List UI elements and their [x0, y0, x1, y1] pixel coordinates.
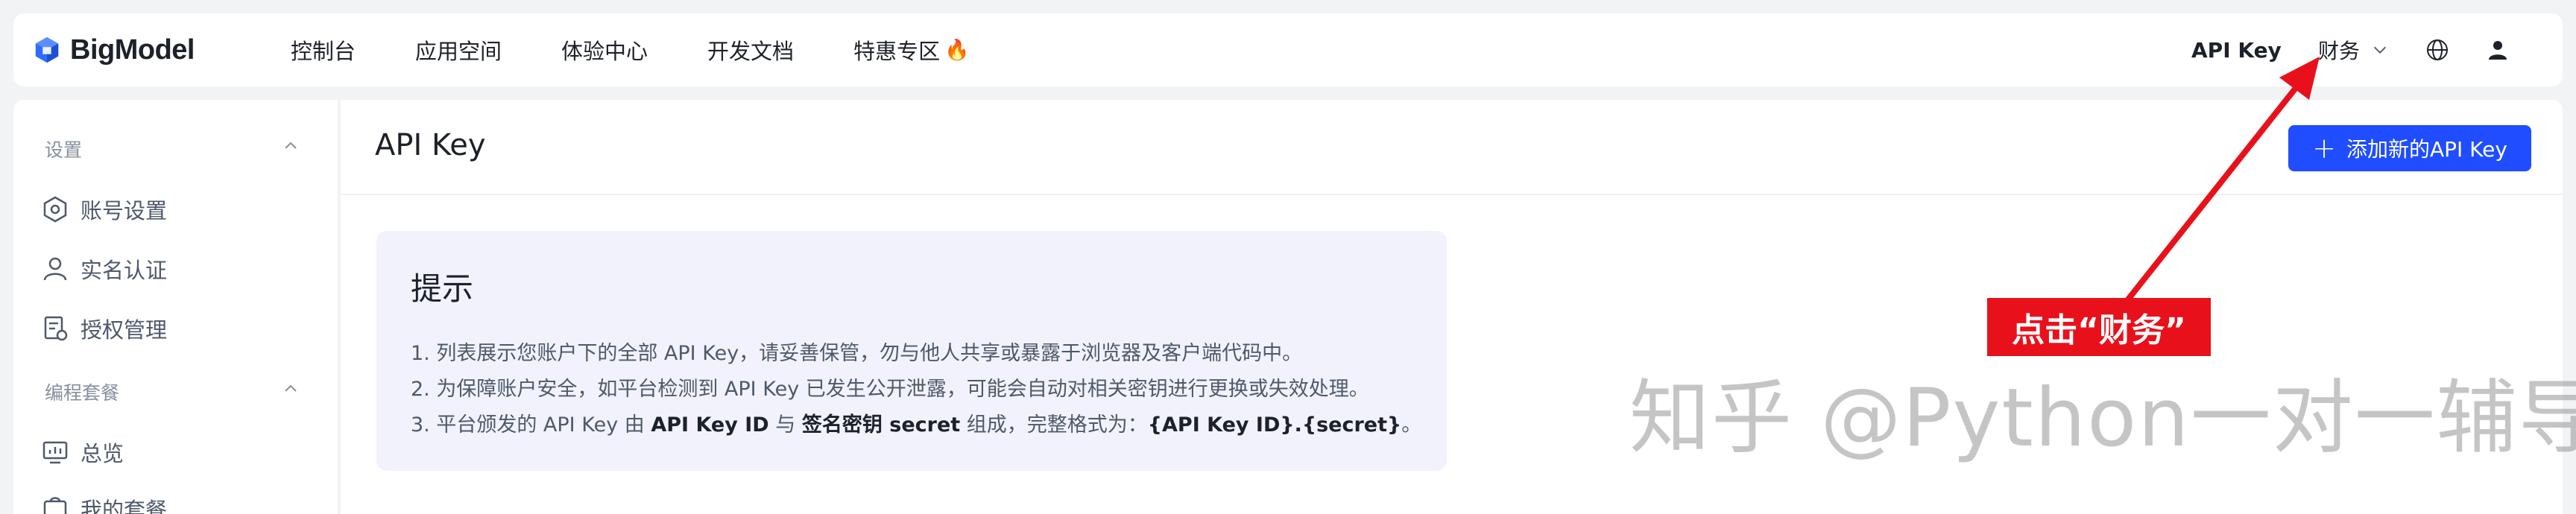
tip-text: 与 [768, 413, 802, 437]
plus-icon: + [2312, 132, 2336, 165]
page-title: API Key [375, 128, 486, 162]
nav-api-key[interactable]: API Key [2191, 13, 2282, 86]
main-nav: 控制台 应用空间 体验中心 开发文档 特惠专区 🔥 [291, 13, 1029, 86]
nav-app-space[interactable]: 应用空间 [415, 34, 502, 66]
nav-experience-center[interactable]: 体验中心 [561, 34, 648, 66]
nav-experience-label: 体验中心 [561, 39, 648, 64]
sidebar-item-label: 授权管理 [80, 317, 168, 343]
tip-panel: 提示 1. 列表展示您账户下的全部 API Key，请妥善保管，勿与他人共享或暴… [376, 231, 1447, 471]
nav-dev-docs-label: 开发文档 [707, 39, 795, 64]
language-button[interactable] [2425, 13, 2449, 86]
globe-icon [2427, 39, 2448, 60]
tip-line-1: 1. 列表展示您账户下的全部 API Key，请妥善保管，勿与他人共享或暴露于浏… [411, 342, 1303, 365]
tip-line-2: 2. 为保障账户安全，如平台检测到 API Key 已发生公开泄露，可能会自动对… [411, 378, 1369, 401]
nav-api-key-label: API Key [2191, 37, 2282, 63]
chevron-up-icon[interactable] [282, 380, 300, 398]
tip-bold-format: {API Key ID}.{secret} [1147, 413, 1402, 437]
tip-text: 3. 平台颁发的 API Key 由 [411, 413, 651, 437]
document-check-icon [44, 316, 68, 341]
sidebar-item-label: 总览 [80, 441, 124, 466]
sidebar-item-my-plan[interactable]: 我的套餐 [40, 493, 167, 514]
monitor-chart-icon [42, 441, 68, 464]
sidebar-item-label: 账号设置 [80, 198, 168, 223]
nav-console-label: 控制台 [291, 39, 356, 64]
annotation-callout: 点击“财务” [1987, 298, 2211, 356]
sidebar-item-overview[interactable]: 总览 [40, 437, 124, 468]
logo[interactable]: BigModel [33, 13, 195, 86]
nav-console[interactable]: 控制台 [291, 34, 356, 66]
add-api-key-label: 添加新的API Key [2346, 137, 2507, 162]
tip-text: 。 [1401, 413, 1422, 437]
sidebar: 设置 账号设置 实名认证 授权管理 编程套餐 总览 我的套餐 [13, 100, 338, 514]
add-api-key-button[interactable]: + 添加新的API Key [2288, 125, 2531, 171]
user-icon [2489, 41, 2507, 60]
tip-bold-secret: 签名密钥 secret [801, 413, 961, 437]
nav-finance-label: 财务 [2318, 39, 2361, 63]
watermark: 知乎 @Python一对一辅导 [1629, 372, 2576, 465]
sidebar-item-authorization[interactable]: 授权管理 [40, 313, 167, 344]
tip-title: 提示 [411, 270, 474, 307]
tip-text: 组成，完整格式为： [960, 413, 1148, 437]
nav-app-space-label: 应用空间 [415, 39, 502, 64]
nav-dev-docs[interactable]: 开发文档 [707, 34, 794, 66]
tip-line-3: 3. 平台颁发的 API Key 由 API Key ID 与 签名密钥 sec… [411, 407, 1421, 443]
chevron-up-icon[interactable] [282, 137, 300, 155]
package-icon [43, 497, 67, 514]
page-header: API Key + 添加新的API Key [341, 100, 2563, 195]
fire-icon: 🔥 [944, 39, 970, 62]
chevron-down-icon [2374, 46, 2386, 54]
sidebar-item-label: 我的套餐 [80, 498, 168, 514]
user-menu-button[interactable] [2487, 13, 2509, 86]
nav-special-offers[interactable]: 特惠专区 🔥 [853, 34, 970, 66]
sidebar-group-coding-plan[interactable]: 编程套餐 [45, 378, 119, 405]
bigmodel-logo-icon [35, 37, 59, 63]
user-outline-icon [43, 257, 67, 281]
nav-special-offers-label: 特惠专区 [853, 39, 941, 64]
sidebar-item-verification[interactable]: 实名认证 [40, 253, 167, 285]
sidebar-item-account-settings[interactable]: 账号设置 [40, 194, 167, 225]
nav-finance-dropdown[interactable]: 财务 [2318, 13, 2388, 86]
logo-text: BigModel [70, 34, 195, 66]
tip-bold-key-id: API Key ID [651, 413, 769, 437]
hexagon-settings-icon [43, 196, 67, 223]
top-nav-bar: BigModel 控制台 应用空间 体验中心 开发文档 特惠专区 🔥 API Ke… [13, 13, 2563, 86]
sidebar-group-settings[interactable]: 设置 [45, 136, 82, 162]
sidebar-item-label: 实名认证 [80, 258, 168, 283]
